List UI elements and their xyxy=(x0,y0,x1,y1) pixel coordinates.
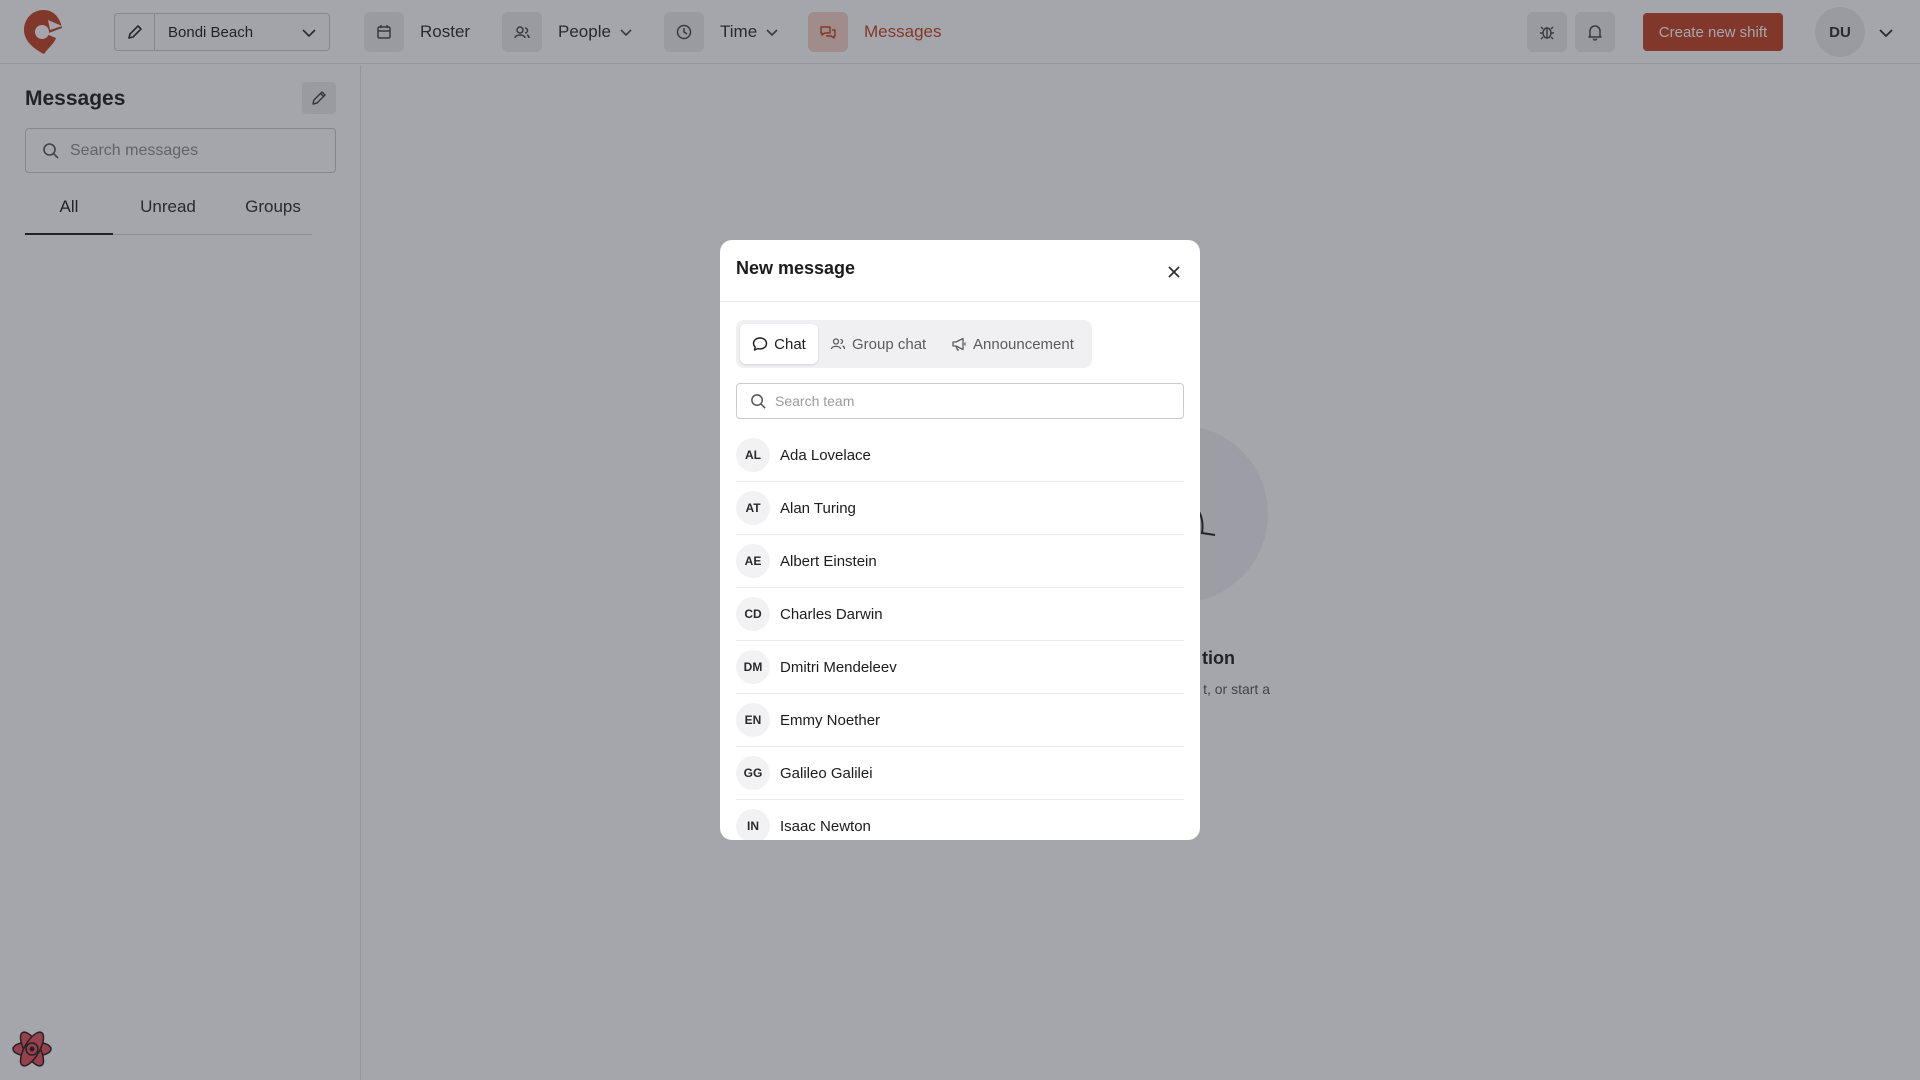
list-item[interactable]: AE Albert Einstein xyxy=(736,535,1184,588)
person-name: Dmitri Mendeleev xyxy=(780,658,897,676)
dialog-title: New message xyxy=(736,258,856,278)
dialog-header: New message xyxy=(720,240,1200,302)
chat-bubble-icon xyxy=(752,337,768,351)
avatar: AL xyxy=(736,438,770,472)
avatar: AT xyxy=(736,491,770,525)
group-icon xyxy=(830,338,846,350)
person-name: Charles Darwin xyxy=(780,605,883,623)
type-group-chat-label: Group chat xyxy=(852,335,927,353)
person-name: Ada Lovelace xyxy=(780,446,871,464)
message-type-selector: Chat Group chat Announcement xyxy=(736,320,1092,368)
type-chat-label: Chat xyxy=(774,335,806,353)
close-icon xyxy=(1168,266,1180,278)
type-announcement[interactable]: Announcement xyxy=(951,324,1074,364)
type-group-chat[interactable]: Group chat xyxy=(830,324,926,364)
list-item[interactable]: EN Emmy Noether xyxy=(736,694,1184,747)
search-icon xyxy=(751,394,766,409)
person-name: Alan Turing xyxy=(780,499,856,517)
person-name: Albert Einstein xyxy=(780,552,877,570)
megaphone-icon xyxy=(952,337,966,351)
list-item[interactable]: GG Galileo Galilei xyxy=(736,747,1184,800)
list-item[interactable]: AL Ada Lovelace xyxy=(736,429,1184,482)
avatar: DM xyxy=(736,650,770,684)
person-name: Isaac Newton xyxy=(780,817,871,835)
team-search xyxy=(736,383,1184,419)
close-button[interactable] xyxy=(1164,262,1184,282)
avatar: GG xyxy=(736,756,770,790)
person-name: Galileo Galilei xyxy=(780,764,873,782)
search-team-input[interactable] xyxy=(775,384,1175,418)
avatar: CD xyxy=(736,597,770,631)
type-chat[interactable]: Chat xyxy=(740,324,818,364)
list-item[interactable]: AT Alan Turing xyxy=(736,482,1184,535)
avatar: EN xyxy=(736,703,770,737)
list-item[interactable]: DM Dmitri Mendeleev xyxy=(736,641,1184,694)
new-message-dialog: New message Chat Group chat Announcement… xyxy=(720,240,1200,840)
person-name: Emmy Noether xyxy=(780,711,881,729)
team-member-list: AL Ada Lovelace AT Alan Turing AE Albert… xyxy=(736,429,1184,840)
list-item[interactable]: CD Charles Darwin xyxy=(736,588,1184,641)
list-item[interactable]: IN Isaac Newton xyxy=(736,800,1184,840)
avatar: IN xyxy=(736,809,770,840)
avatar: AE xyxy=(736,544,770,578)
type-announcement-label: Announcement xyxy=(973,335,1074,353)
